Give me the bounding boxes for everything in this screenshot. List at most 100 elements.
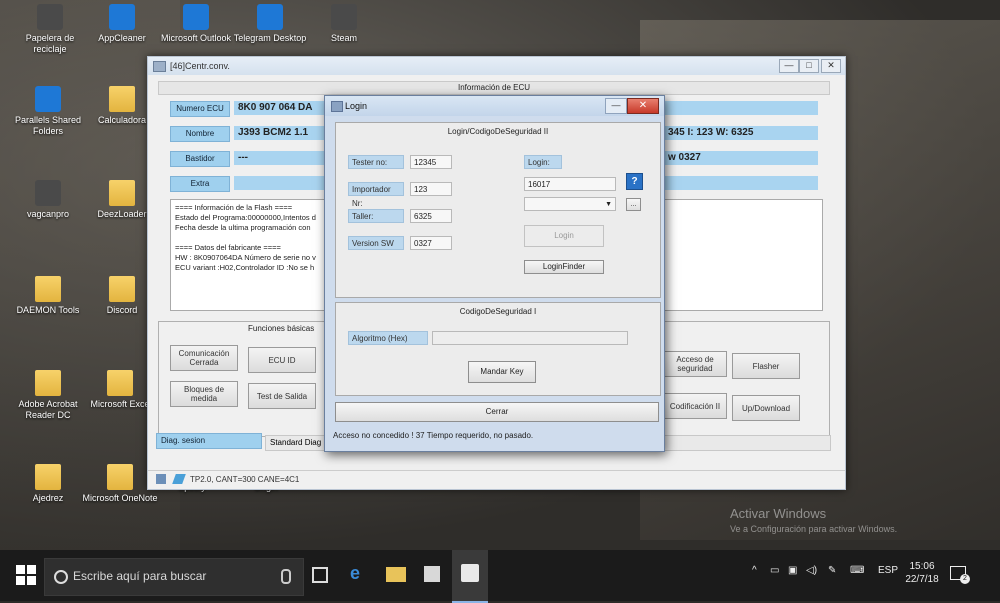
desktop-icon-recycle-bin[interactable]: Papelera de reciclaje	[10, 4, 90, 55]
keyboard-icon[interactable]: ⌨	[850, 565, 864, 576]
vcds-app-icon	[461, 564, 479, 582]
chess-icon	[35, 464, 61, 490]
desktop-icon-outlook[interactable]: Microsoft Outlook	[156, 4, 236, 44]
taskbar-search[interactable]: Escribe aquí para buscar	[44, 558, 304, 596]
clock-time: 15:06	[909, 561, 935, 572]
dialog-minimize-button[interactable]: —	[605, 98, 627, 114]
panel-title-login-codigo: Login/CodigoDeSeguridad II	[447, 127, 549, 136]
clock-date: 22/7/18	[905, 574, 939, 585]
comunicacion-cerrada-button[interactable]: Comunicación Cerrada	[170, 345, 238, 371]
activation-watermark-title: Activar Windows	[730, 506, 827, 521]
security-code-i-panel: CodigoDeSeguridad I Algoritmo (Hex) Mand…	[335, 302, 661, 396]
minimize-button[interactable]: —	[779, 59, 799, 73]
bloques-de-medida-button[interactable]: Bloques de medida	[170, 381, 238, 407]
diag-session-label: Diag. sesion	[156, 433, 262, 449]
connection-icon	[172, 474, 186, 484]
value-software-version: w 0327	[668, 152, 701, 163]
chevron-up-icon[interactable]: ^	[752, 565, 757, 576]
deezloader-icon	[109, 180, 135, 206]
close-button[interactable]: ✕	[821, 59, 841, 73]
recycle-bin-icon	[37, 4, 63, 30]
search-placeholder: Escribe aquí para buscar	[73, 569, 207, 583]
task-view-icon[interactable]	[312, 567, 328, 583]
volume-icon[interactable]: ◁)	[806, 565, 817, 576]
section-funciones-basicas: Funciones básicas	[248, 324, 315, 333]
login-button[interactable]: Login	[524, 225, 604, 247]
label-taller: Taller:	[348, 209, 404, 223]
main-window-title: [46]Centr.conv.	[170, 61, 230, 71]
app-icon	[153, 61, 166, 72]
section-ecu-info: Información de ECU	[158, 81, 830, 95]
daemon-tools-icon	[35, 276, 61, 302]
input-taller[interactable]: 6325	[410, 209, 452, 223]
clock[interactable]: 15:06 22/7/18	[902, 560, 942, 586]
notification-count-badge: 2	[960, 574, 970, 584]
dialog-close-button[interactable]: ✕	[627, 98, 659, 114]
label-importador-nr: Importador Nr:	[348, 182, 404, 208]
label-login: Login:	[524, 155, 562, 169]
up-download-button[interactable]: Up/Download	[732, 395, 800, 421]
pen-icon[interactable]: ✎	[828, 565, 836, 576]
browse-button[interactable]: ...	[626, 198, 641, 211]
login-dialog: Login — ✕ Login/CodigoDeSeguridad II Tes…	[324, 95, 665, 452]
vagcanpro-icon	[35, 180, 61, 206]
desktop-icon-parallels[interactable]: Parallels Shared Folders	[8, 86, 88, 137]
input-algoritmo-hex[interactable]	[432, 331, 628, 345]
file-explorer-icon[interactable]	[386, 567, 406, 582]
ecu-id-button[interactable]: ECU ID	[248, 347, 316, 373]
desktop-icon-ajedrez[interactable]: Ajedrez	[8, 464, 88, 504]
desktop-icon-appcleaner[interactable]: AppCleaner	[82, 4, 162, 44]
login-dialog-title: Login	[345, 101, 368, 111]
steam-icon	[331, 4, 357, 30]
acrobat-icon	[35, 370, 61, 396]
battery-icon[interactable]: ▭	[770, 565, 779, 576]
language-indicator[interactable]: ESP	[878, 565, 898, 576]
input-login[interactable]: 16017	[524, 177, 616, 191]
login-dialog-titlebar[interactable]: Login — ✕	[325, 96, 664, 116]
calculator-icon	[109, 86, 135, 112]
windows-logo-icon	[16, 565, 25, 574]
desktop-icon-telegram[interactable]: Telegram Desktop	[230, 4, 310, 44]
login-dropdown[interactable]: ▼	[524, 197, 616, 211]
label-numero-ecu: Numero ECU	[170, 101, 230, 117]
panel-title-codigo-seguridad-i: CodigoDeSeguridad I	[459, 307, 537, 316]
network-icon[interactable]: ▣	[788, 565, 797, 576]
desktop-icon-vagcanpro[interactable]: vagcanpro	[8, 180, 88, 220]
start-button[interactable]	[16, 565, 36, 585]
label-algoritmo-hex: Algoritmo (Hex)	[348, 331, 428, 345]
help-icon[interactable]: ?	[626, 173, 643, 190]
loginfinder-button[interactable]: LoginFinder	[524, 260, 604, 274]
outlook-icon	[183, 4, 209, 30]
label-version-sw: Version SW	[348, 236, 404, 250]
cerrar-button[interactable]: Cerrar	[335, 402, 659, 422]
label-extra: Extra	[170, 176, 230, 192]
input-version-sw[interactable]: 0327	[410, 236, 452, 250]
main-status-bar: TP2.0, CANT=300 CANE=4C1	[148, 470, 845, 489]
test-de-salida-button[interactable]: Test de Salida	[248, 383, 316, 409]
excel-icon	[107, 370, 133, 396]
chevron-down-icon: ▼	[605, 201, 612, 208]
security-code-ii-panel: Login/CodigoDeSeguridad II Tester no: 12…	[335, 122, 661, 298]
desktop-icon-acrobat[interactable]: Adobe Acrobat Reader DC	[8, 370, 88, 421]
store-icon[interactable]	[424, 566, 440, 582]
edge-icon[interactable]: e	[350, 563, 370, 583]
input-importador-nr[interactable]: 123	[410, 182, 452, 196]
dialog-app-icon	[331, 101, 343, 112]
microphone-icon[interactable]	[281, 569, 291, 584]
flasher-button[interactable]: Flasher	[732, 353, 800, 379]
main-window-titlebar[interactable]: [46]Centr.conv. — □ ✕	[148, 57, 845, 75]
taskbar: Escribe aquí para buscar e ^ ▭ ▣ ◁) ✎ ⌨ …	[0, 550, 1000, 603]
desktop-icon-daemon-tools[interactable]: DAEMON Tools	[8, 276, 88, 316]
vcds-taskbar-button[interactable]	[452, 550, 488, 603]
desktop-icon-steam[interactable]: Steam	[304, 4, 384, 44]
maximize-button[interactable]: □	[799, 59, 819, 73]
input-tester-no[interactable]: 12345	[410, 155, 452, 169]
activation-watermark-subtitle: Ve a Configuración para activar Windows.	[730, 524, 898, 534]
mandar-key-button[interactable]: Mandar Key	[468, 361, 536, 383]
upload-icon	[156, 474, 166, 484]
label-tester-no: Tester no:	[348, 155, 404, 169]
codificacion-ii-button[interactable]: Codificación II	[663, 393, 727, 419]
discord-icon	[109, 276, 135, 302]
acceso-de-seguridad-button[interactable]: Acceso de seguridad	[663, 351, 727, 377]
value-importer-workshop: 345 I: 123 W: 6325	[668, 127, 754, 138]
